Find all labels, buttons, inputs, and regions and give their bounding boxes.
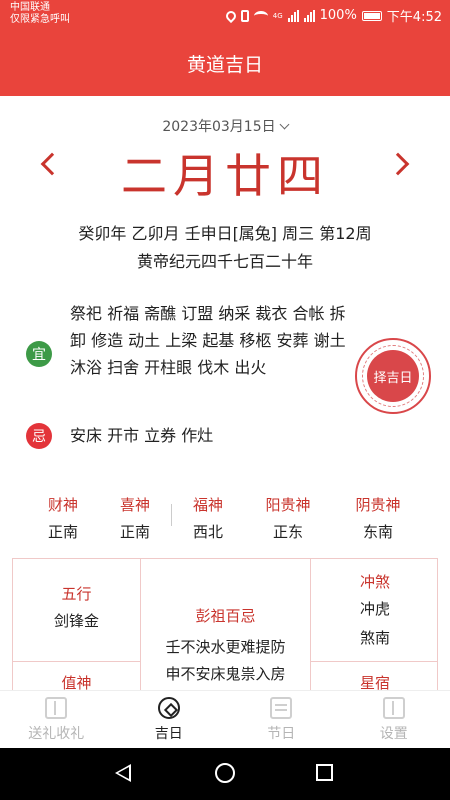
tab-gifts[interactable]: 送礼收礼 — [0, 691, 113, 748]
tab-settings[interactable]: 设置 — [338, 691, 450, 748]
page-title: 黄道吉日 — [186, 53, 263, 76]
god-name: 财神 — [47, 496, 78, 514]
choose-auspicious-day-button[interactable]: 择吉日 — [355, 338, 431, 414]
bottom-tab-bar: 送礼收礼 吉日 节日 设置 — [0, 690, 450, 748]
wifi-icon — [253, 10, 268, 21]
status-bar: 中国联通 仅限紧急呼叫 4G 100% 下午4:52 — [0, 0, 450, 30]
almanac-grid: 五行 剑锋金 彭祖百忌 壬不泱水更难提防 申不安床鬼祟入房 冲煞 冲虎 煞南 值… — [12, 558, 438, 698]
tab-festivals[interactable]: 节日 — [225, 691, 338, 748]
gregorian-date[interactable]: 2023年03月15日 — [162, 119, 275, 135]
system-nav-bar — [0, 748, 450, 800]
god-direction: 正南 — [119, 523, 150, 541]
pengzu-title: 彭祖百忌 — [195, 607, 256, 625]
god-xishen: 喜神 正南 — [95, 494, 175, 542]
back-icon[interactable] — [115, 764, 131, 782]
recent-apps-icon[interactable] — [316, 764, 333, 781]
god-direction: 西北 — [192, 523, 223, 541]
chongsha-cell: 冲煞 冲虎 煞南 — [311, 559, 437, 662]
ganzhi-info: 癸卯年 乙卯月 壬申日[属兔] 周三 第12周 — [78, 224, 372, 243]
book-icon — [45, 696, 68, 719]
god-yinguishen: 阴贵神 东南 — [338, 494, 418, 542]
tab-label: 吉日 — [154, 725, 183, 742]
tab-label: 节日 — [267, 725, 296, 742]
chongsha-line1: 冲虎 — [359, 600, 390, 618]
yi-activities: 祭祀 祈福 斋醮 订盟 纳采 裁衣 合帐 拆卸 修造 动土 上梁 起基 移柩 安… — [70, 304, 346, 377]
location-icon — [223, 8, 238, 23]
ji-badge: 忌 — [26, 423, 52, 449]
ji-activities: 安床 开市 立券 作灶 — [70, 426, 214, 445]
seal-ring — [362, 345, 424, 407]
chongsha-title: 冲煞 — [359, 573, 390, 591]
wuxing-value: 剑锋金 — [53, 612, 99, 630]
clock: 下午4:52 — [386, 10, 442, 25]
god-name: 喜神 — [119, 496, 150, 514]
tab-label: 设置 — [379, 725, 408, 742]
network-type: 4G — [272, 11, 283, 20]
carrier-info: 中国联通 仅限紧急呼叫 — [10, 2, 70, 26]
god-name: 阴贵神 — [355, 496, 401, 514]
pengzu-cell: 彭祖百忌 壬不泱水更难提防 申不安床鬼祟入房 — [141, 559, 311, 697]
gods-directions: 财神 正南 喜神 正南 福神 西北 阳贵神 正东 阴贵神 东南 — [0, 494, 450, 544]
home-icon[interactable] — [215, 763, 235, 783]
era-info: 黄帝纪元四千七百二十年 — [136, 252, 313, 271]
tab-auspicious-day[interactable]: 吉日 — [113, 691, 226, 748]
lunar-date: 二月廿四 — [121, 149, 329, 203]
date-picker[interactable]: 2023年03月15日 — [0, 116, 450, 136]
pengzu-line1: 壬不泱水更难提防 — [165, 638, 286, 656]
god-fushen: 福神 西北 — [168, 494, 248, 542]
god-direction: 东南 — [362, 523, 393, 541]
chongsha-line2: 煞南 — [359, 629, 390, 647]
chevron-down-icon[interactable] — [279, 119, 290, 130]
wuxing-cell: 五行 剑锋金 — [13, 559, 141, 662]
status-icons: 4G 100% 下午4:52 — [223, 6, 442, 25]
god-caishen: 财神 正南 — [23, 494, 103, 542]
calendar-icon — [270, 696, 293, 719]
battery-percent: 100% — [319, 8, 357, 23]
compass-icon — [157, 696, 180, 719]
god-direction: 正南 — [47, 523, 78, 541]
god-name: 阳贵神 — [265, 496, 311, 514]
settings-book-icon — [382, 696, 405, 719]
tab-label: 送礼收礼 — [28, 725, 85, 742]
emergency-only-text: 仅限紧急呼叫 — [10, 14, 70, 25]
signal-icon-2 — [303, 9, 315, 22]
yi-badge: 宜 — [26, 341, 52, 367]
god-name: 福神 — [192, 496, 223, 514]
wuxing-title: 五行 — [61, 585, 92, 603]
app-header: 黄道吉日 — [0, 30, 450, 96]
pengzu-line2: 申不安床鬼祟入房 — [165, 665, 286, 683]
battery-icon — [361, 10, 382, 21]
signal-icon — [287, 9, 299, 22]
god-direction: 正东 — [272, 523, 303, 541]
vibrate-icon — [240, 9, 249, 22]
carrier-name: 中国联通 — [10, 2, 50, 13]
god-yangguishen: 阳贵神 正东 — [248, 494, 328, 542]
